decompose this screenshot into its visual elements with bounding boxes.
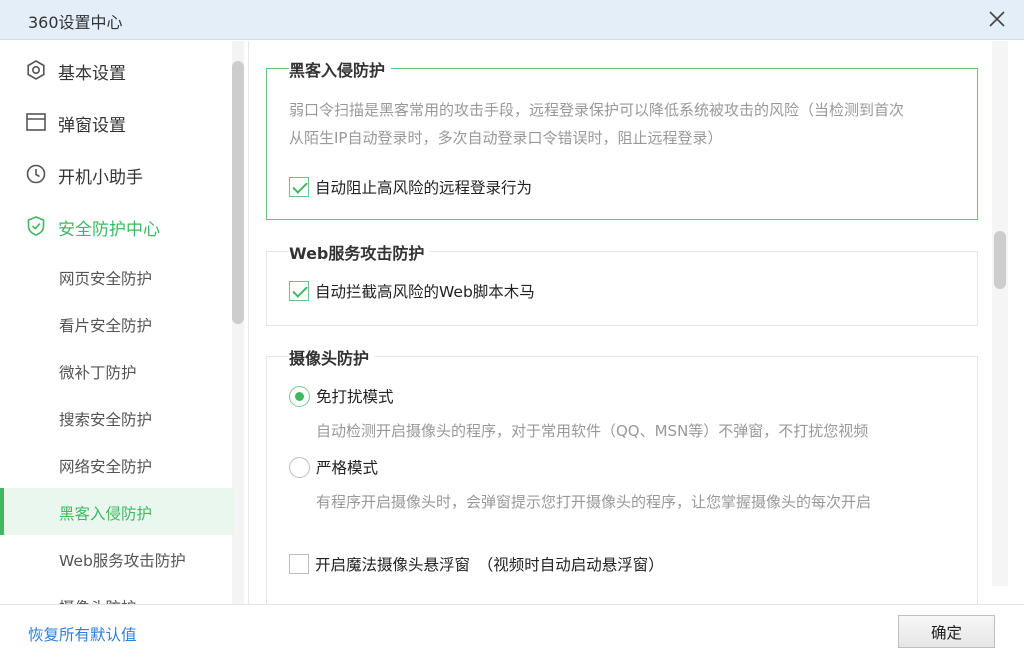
group-title: Web服务攻击防护 (289, 240, 431, 264)
block-web-trojan-checkbox[interactable]: 自动拦截高风险的Web脚本木马 (289, 280, 535, 302)
ok-button[interactable]: 确定 (898, 615, 995, 648)
sidebar-item-web-attack-protection[interactable]: Web服务攻击防护 (0, 535, 234, 582)
sidebar-item-network-protection[interactable]: 网络安全防护 (0, 441, 234, 488)
sidebar-item-popup[interactable]: 弹窗设置 (0, 95, 234, 147)
sidebar-item-label: 看片安全防护 (59, 317, 153, 335)
description-line: 弱口令扫描是黑客常用的攻击手段，远程登录保护可以降低系统被攻击的风险（当检测到首… (289, 101, 905, 119)
group-web-attack-protection: Web服务攻击防护 自动拦截高风险的Web脚本木马 (266, 240, 978, 326)
radio-label: 严格模式 (316, 459, 379, 477)
group-title: 黑客入侵防护 (289, 57, 392, 81)
sidebar-item-startup[interactable]: 开机小助手 (0, 147, 234, 199)
sidebar-item-label: 微补丁防护 (59, 364, 137, 382)
block-remote-login-checkbox[interactable]: 自动阻止高风险的远程登录行为 (289, 176, 532, 198)
sidebar-item-hacker-protection[interactable]: 黑客入侵防护 (0, 488, 234, 535)
sidebar: 基本设置 弹窗设置 开机小助手 安全防护中心 网页安全防护 看片安全防护 微补丁… (0, 41, 249, 604)
sidebar-item-video-protection[interactable]: 看片安全防护 (0, 300, 234, 347)
sidebar-item-label: Web服务攻击防护 (59, 552, 186, 570)
sidebar-item-camera-protection[interactable]: 摄像头防护 (0, 582, 234, 604)
close-icon[interactable] (984, 6, 1010, 32)
sidebar-item-label: 安全防护中心 (58, 220, 160, 240)
sidebar-item-label: 黑客入侵防护 (59, 505, 153, 523)
group-description: 弱口令扫描是黑客常用的攻击手段，远程登录保护可以降低系统被攻击的风险（当检测到首… (289, 96, 904, 152)
sidebar-item-web-protection[interactable]: 网页安全防护 (0, 253, 234, 300)
settings-panel: 黑客入侵防护 弱口令扫描是黑客常用的攻击手段，远程登录保护可以降低系统被攻击的风… (250, 41, 1024, 604)
checkbox-label: 自动阻止高风险的远程登录行为 (315, 179, 533, 197)
window-icon (25, 111, 47, 133)
group-hacker-protection: 黑客入侵防护 弱口令扫描是黑客常用的攻击手段，远程登录保护可以降低系统被攻击的风… (266, 57, 978, 220)
sidebar-item-label: 网络安全防护 (59, 458, 153, 476)
sidebar-item-label: 弹窗设置 (58, 116, 126, 136)
window-title: 360设置中心 (28, 13, 123, 32)
gear-icon (25, 59, 47, 81)
sidebar-item-search-protection[interactable]: 搜索安全防护 (0, 394, 234, 441)
group-title: 摄像头防护 (289, 345, 376, 369)
sidebar-item-label: 基本设置 (58, 64, 126, 84)
description-line: 从陌生IP自动登录时，多次自动登录口令错误时，阻止远程登录） (289, 129, 723, 147)
radio-unselected[interactable] (289, 456, 310, 478)
restore-defaults-link[interactable]: 恢复所有默认值 (28, 623, 137, 645)
group-camera-protection: 摄像头防护 免打扰模式 自动检测开启摄像头的程序，对于常用软件（QQ、MSN等）… (266, 345, 978, 604)
checkbox-checked[interactable] (289, 281, 309, 301)
mode-description: 有程序开启摄像头时，会弹窗提示您打开摄像头的程序，让您掌握摄像头的每次开启 (316, 493, 872, 511)
magic-camera-float-checkbox[interactable]: 开启魔法摄像头悬浮窗 （视频时自动启动悬浮窗） (289, 553, 664, 575)
mode-strict-radio[interactable]: 严格模式 (289, 456, 378, 478)
content-scrollbar[interactable] (994, 231, 1006, 289)
mode-no-disturb-radio[interactable]: 免打扰模式 (289, 385, 394, 407)
checkbox-label: 开启魔法摄像头悬浮窗 （视频时自动启动悬浮窗） (315, 556, 664, 574)
clock-icon (25, 163, 47, 185)
sidebar-item-label: 开机小助手 (58, 168, 143, 188)
checkbox-checked[interactable] (289, 177, 309, 197)
sidebar-item-label: 摄像头防护 (59, 596, 137, 604)
sidebar-item-micropatch[interactable]: 微补丁防护 (0, 347, 234, 394)
footer: 恢复所有默认值 确定 (0, 604, 1024, 656)
radio-label: 免打扰模式 (316, 388, 394, 406)
sidebar-item-security-center[interactable]: 安全防护中心 (0, 199, 234, 251)
sidebar-item-basic[interactable]: 基本设置 (0, 43, 234, 95)
title-bar: 360设置中心 (0, 0, 1024, 40)
mode-description: 自动检测开启摄像头的程序，对于常用软件（QQ、MSN等）不弹窗，不打扰您视频 (316, 422, 869, 440)
sidebar-item-label: 搜索安全防护 (59, 411, 153, 429)
sidebar-item-label: 网页安全防护 (59, 270, 153, 288)
checkbox-unchecked[interactable] (289, 554, 309, 574)
radio-selected[interactable] (289, 385, 310, 407)
checkbox-label: 自动拦截高风险的Web脚本木马 (315, 283, 535, 301)
content-scroll-track[interactable] (992, 41, 1008, 586)
shield-icon (25, 215, 47, 237)
